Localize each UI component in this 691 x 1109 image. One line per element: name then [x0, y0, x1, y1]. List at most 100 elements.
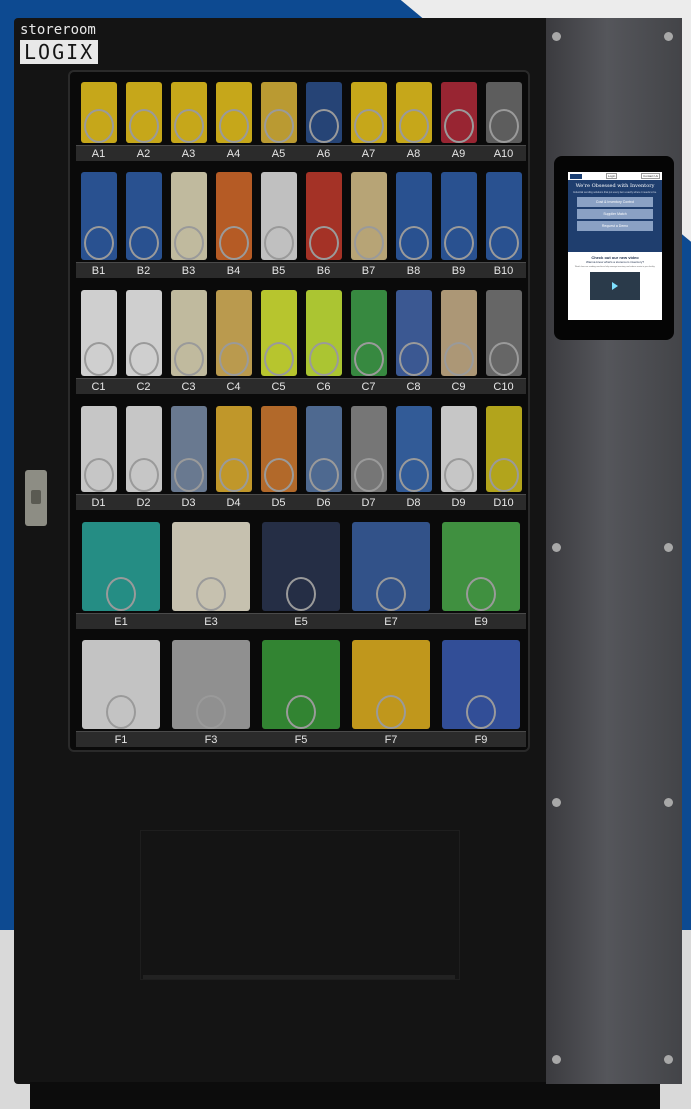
slot-label: D7 [361, 497, 376, 509]
slot-label: F9 [474, 734, 488, 746]
spiral-coil [263, 226, 294, 260]
spiral-coil [218, 342, 249, 376]
screw-icon [664, 1055, 673, 1064]
screen-button-supplier[interactable]: Supplier Match [577, 209, 653, 219]
slot-label: B8 [406, 265, 421, 277]
touch-screen[interactable]: Login Contact Us We're Obsessed with Inv… [554, 156, 674, 340]
slot-label: A1 [91, 148, 106, 160]
spiral-coil [173, 109, 204, 143]
spiral-coil [83, 342, 114, 376]
spiral-coil [443, 109, 474, 143]
row-A: A1 A2 A3 A4 A5 A6 A7 A8 A9 A10 [76, 70, 526, 161]
spiral-coil [106, 695, 136, 729]
screen-contact-button[interactable]: Contact Us [641, 173, 660, 179]
spiral-coil [488, 226, 519, 260]
machine-base [30, 1082, 660, 1109]
spiral-coil [83, 109, 114, 143]
screen-hero-title: We're Obsessed with Inventory [575, 183, 655, 189]
spiral-coil [173, 226, 204, 260]
slot-label: E7 [384, 616, 398, 628]
slot-label: C5 [271, 381, 286, 393]
spiral-coil [286, 577, 316, 611]
screen-header: Login Contact Us [568, 172, 662, 180]
spiral-coil [263, 342, 294, 376]
spiral-coil [398, 342, 429, 376]
slot-label: B3 [181, 265, 196, 277]
slot-label: D1 [91, 497, 106, 509]
delivery-flap[interactable] [143, 975, 455, 979]
screen-video-subheading: Wanna know what's a storeroom inventory? [586, 260, 644, 264]
spiral-coil [196, 577, 226, 611]
brand-top: storeroom [20, 22, 96, 38]
screen-video-text: Watch how our vending machines help mana… [574, 266, 656, 268]
slot-label: C6 [316, 381, 331, 393]
screen-hero: We're Obsessed with Inventory Industrial… [568, 180, 662, 252]
slot-label: B10 [493, 265, 514, 277]
slot-label: B4 [226, 265, 241, 277]
screen-hero-subtitle: Industrial vending solutions that put ev… [573, 191, 657, 194]
spiral-coil [443, 342, 474, 376]
screen-video-section: Check out our new video Wanna know what'… [568, 252, 662, 303]
spiral-coil [128, 458, 159, 492]
shelf-label-strip: B1 B2 B3 B4 B5 B6 B7 B8 B9 B10 [76, 262, 526, 278]
spiral-coil [398, 226, 429, 260]
spiral-coil [376, 577, 406, 611]
spiral-coil [218, 109, 249, 143]
slot-label: B6 [316, 265, 331, 277]
play-icon[interactable] [590, 272, 640, 300]
slot-label: B1 [91, 265, 106, 277]
screw-icon [552, 798, 561, 807]
slot-label: C3 [181, 381, 196, 393]
spiral-coil [173, 342, 204, 376]
slot-label: E9 [474, 616, 488, 628]
spiral-coil [466, 695, 496, 729]
slot-label: E1 [114, 616, 128, 628]
spiral-coil [398, 109, 429, 143]
row-B: B1 B2 B3 B4 B5 B6 B7 B8 B9 B10 [76, 160, 526, 278]
spiral-coil [353, 226, 384, 260]
brand-logo: storeroom LOGIX [20, 22, 108, 66]
slot-label: D3 [181, 497, 196, 509]
shelf-label-strip: A1 A2 A3 A4 A5 A6 A7 A8 A9 A10 [76, 145, 526, 161]
spiral-coil [353, 342, 384, 376]
screen-button-cost[interactable]: Cost & Inventory Control [577, 197, 653, 207]
slot-label: F3 [204, 734, 218, 746]
row-E: E1 E3 E5 E7 E9 [76, 510, 526, 629]
screen-page: Login Contact Us We're Obsessed with Inv… [568, 172, 662, 320]
slot-label: D10 [493, 497, 514, 509]
spiral-coil [218, 458, 249, 492]
shelf-label-strip: C1 C2 C3 C4 C5 C6 C7 C8 C9 C10 [76, 378, 526, 394]
slot-label: C8 [406, 381, 421, 393]
spiral-coil [83, 226, 114, 260]
screw-icon [552, 32, 561, 41]
slot-label: C4 [226, 381, 241, 393]
shelf-label-strip: F1 F3 F5 F7 F9 [76, 731, 526, 747]
lock-icon[interactable] [25, 470, 47, 526]
screen-login-button[interactable]: Login [605, 173, 618, 179]
shelf-label-strip: D1 D2 D3 D4 D5 D6 D7 D8 D9 D10 [76, 494, 526, 510]
slot-label: F1 [114, 734, 128, 746]
shelf-label-strip: E1 E3 E5 E7 E9 [76, 613, 526, 629]
row-D: D1 D2 D3 D4 D5 D6 D7 D8 D9 D10 [76, 394, 526, 510]
spiral-coil [308, 342, 339, 376]
spiral-coil [173, 458, 204, 492]
spiral-coil [308, 109, 339, 143]
slot-label: B9 [451, 265, 466, 277]
slot-label: D5 [271, 497, 286, 509]
spiral-coil [83, 458, 114, 492]
slot-label: B7 [361, 265, 376, 277]
slot-label: C10 [493, 381, 514, 393]
slot-label: D4 [226, 497, 241, 509]
delivery-area [140, 830, 460, 980]
screen-logo [570, 173, 582, 179]
spiral-coil [353, 458, 384, 492]
slot-label: A8 [406, 148, 421, 160]
row-F: F1 F3 F5 F7 F9 [76, 628, 526, 747]
spiral-coil [128, 342, 159, 376]
spiral-coil [398, 458, 429, 492]
slot-label: C2 [136, 381, 151, 393]
screw-icon [664, 543, 673, 552]
spiral-coil [218, 226, 249, 260]
spiral-coil [308, 458, 339, 492]
screen-button-demo[interactable]: Request a Demo [577, 221, 653, 231]
